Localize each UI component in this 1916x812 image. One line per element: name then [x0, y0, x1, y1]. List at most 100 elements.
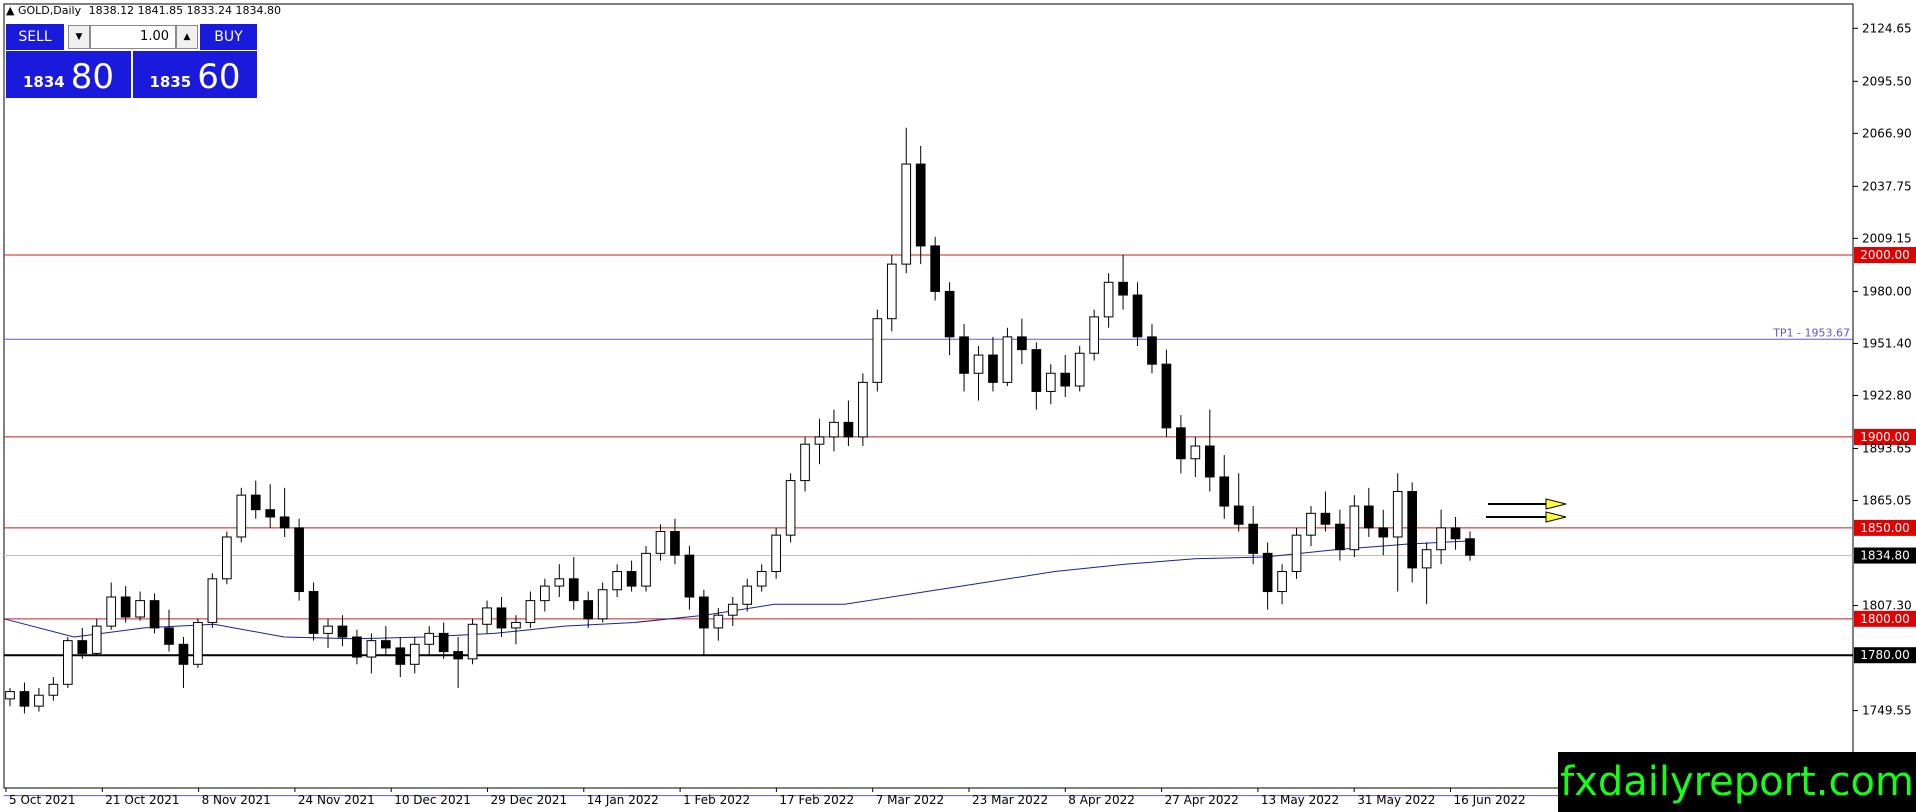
candle-body — [178, 643, 189, 665]
candle-body — [944, 290, 955, 338]
candle-body — [1306, 512, 1316, 536]
candle-body — [1450, 527, 1461, 540]
candle-body — [193, 621, 203, 665]
y-tick-label: 1951.40 — [1862, 336, 1912, 350]
candle-body — [1176, 427, 1186, 460]
sell-price-big: 80 — [70, 57, 114, 97]
candle-body — [207, 578, 218, 623]
buy-price-quote[interactable]: 1835 60 — [133, 51, 257, 98]
candle-body — [1392, 490, 1403, 538]
buy-button[interactable]: BUY — [200, 24, 257, 50]
candle-body — [149, 600, 160, 629]
candle-body — [1190, 445, 1201, 460]
candle-body — [886, 263, 897, 320]
candle-body — [1262, 552, 1273, 593]
candle-body — [713, 614, 724, 629]
candle-body — [265, 509, 276, 518]
candle-body — [829, 421, 839, 438]
candle-body — [135, 600, 145, 618]
candle-body — [1118, 281, 1128, 296]
candle-body — [5, 691, 15, 700]
price-tag-label: 2000.00 — [1860, 248, 1910, 262]
candle-body — [1089, 316, 1099, 354]
candle-body — [568, 578, 579, 602]
candle-body — [655, 531, 666, 554]
site-logo: fxdailyreport.com — [1558, 752, 1916, 812]
price-tag-label: 1780.00 — [1860, 648, 1910, 662]
candle-body — [496, 607, 507, 629]
candle-body — [1378, 527, 1389, 538]
candle-body — [1132, 294, 1143, 338]
candle-body — [1291, 534, 1302, 573]
candle-body — [438, 632, 449, 653]
candle-body — [62, 640, 73, 685]
candle-body — [1031, 349, 1042, 392]
candle-body — [858, 381, 868, 438]
candle-body — [670, 531, 680, 556]
candle-body — [771, 534, 781, 573]
one-click-trade-panel: SELL ▼ 1.00 ▲ BUY 1834 80 1835 60 — [6, 24, 257, 98]
candle-body — [1320, 512, 1331, 525]
candle-body — [1161, 363, 1172, 429]
candle-body — [988, 354, 998, 383]
candle-body — [699, 596, 709, 629]
candle-body — [915, 163, 926, 247]
y-tick-label: 1865.05 — [1862, 494, 1912, 508]
x-tick-label: 7 Mar 2022 — [876, 793, 944, 807]
x-tick-label: 16 Jun 2022 — [1454, 793, 1526, 807]
y-tick-label: 2066.90 — [1862, 126, 1912, 140]
lot-decrease-button[interactable]: ▼ — [68, 25, 90, 49]
x-tick-label: 23 Mar 2022 — [972, 793, 1048, 807]
lot-size-input[interactable]: 1.00 — [90, 25, 176, 49]
price-chart[interactable]: 2000.00TP1 - 1953.671900.001850.001834.8… — [0, 0, 1916, 812]
buy-price-big: 60 — [197, 57, 241, 97]
candle-body — [453, 651, 463, 660]
price-tag-label: 1800.00 — [1860, 612, 1910, 626]
candle-body — [1349, 505, 1360, 551]
sell-button[interactable]: SELL — [6, 24, 64, 50]
candle-body — [1436, 527, 1446, 551]
candle-body — [294, 527, 304, 593]
candle-body — [1017, 336, 1027, 351]
candle-body — [785, 480, 796, 536]
candle-body — [164, 627, 174, 645]
candle-body — [901, 163, 912, 265]
candle-body — [337, 625, 348, 638]
candle-body — [872, 318, 883, 383]
sell-price-quote[interactable]: 1834 80 — [6, 51, 131, 98]
candle-body — [366, 640, 377, 658]
x-tick-label: 27 Apr 2022 — [1165, 793, 1239, 807]
x-tick-label: 17 Feb 2022 — [779, 793, 854, 807]
y-tick-label: 2009.15 — [1862, 231, 1912, 245]
candle-body — [626, 571, 637, 587]
chart-header: ▲ GOLD,Daily 1838.12 1841.85 1833.24 183… — [6, 4, 281, 17]
x-tick-label: 14 Jan 2022 — [587, 793, 659, 807]
x-tick-label: 8 Apr 2022 — [1068, 793, 1135, 807]
candle-body — [467, 623, 478, 660]
candle-body — [106, 596, 117, 627]
candle-body — [424, 632, 435, 645]
plot-frame — [3, 3, 1854, 789]
lot-increase-button[interactable]: ▲ — [176, 25, 198, 49]
y-tick-label: 1807.30 — [1862, 599, 1912, 613]
y-tick-label: 1893.65 — [1862, 441, 1912, 455]
candle-body — [1074, 352, 1085, 387]
y-tick-label: 1980.00 — [1862, 284, 1912, 298]
buy-price-small: 1835 — [149, 73, 192, 91]
arrow-up-icon: ▲ — [183, 32, 191, 42]
candle-body — [221, 536, 232, 580]
candle-body — [756, 571, 767, 587]
candle-body — [77, 640, 88, 654]
triangle-icon: ▲ — [6, 4, 15, 17]
candle-body — [800, 443, 810, 482]
candle-body — [236, 494, 247, 538]
candle-body — [352, 636, 362, 658]
candle-body — [1363, 505, 1374, 529]
x-tick-label: 29 Dec 2021 — [491, 793, 568, 807]
y-tick-label: 2037.75 — [1862, 179, 1912, 193]
candle-body — [120, 596, 131, 618]
candle-body — [641, 552, 651, 587]
x-tick-label: 1 Feb 2022 — [683, 793, 750, 807]
candle-body — [1335, 523, 1345, 551]
x-tick-label: 31 May 2022 — [1357, 793, 1435, 807]
